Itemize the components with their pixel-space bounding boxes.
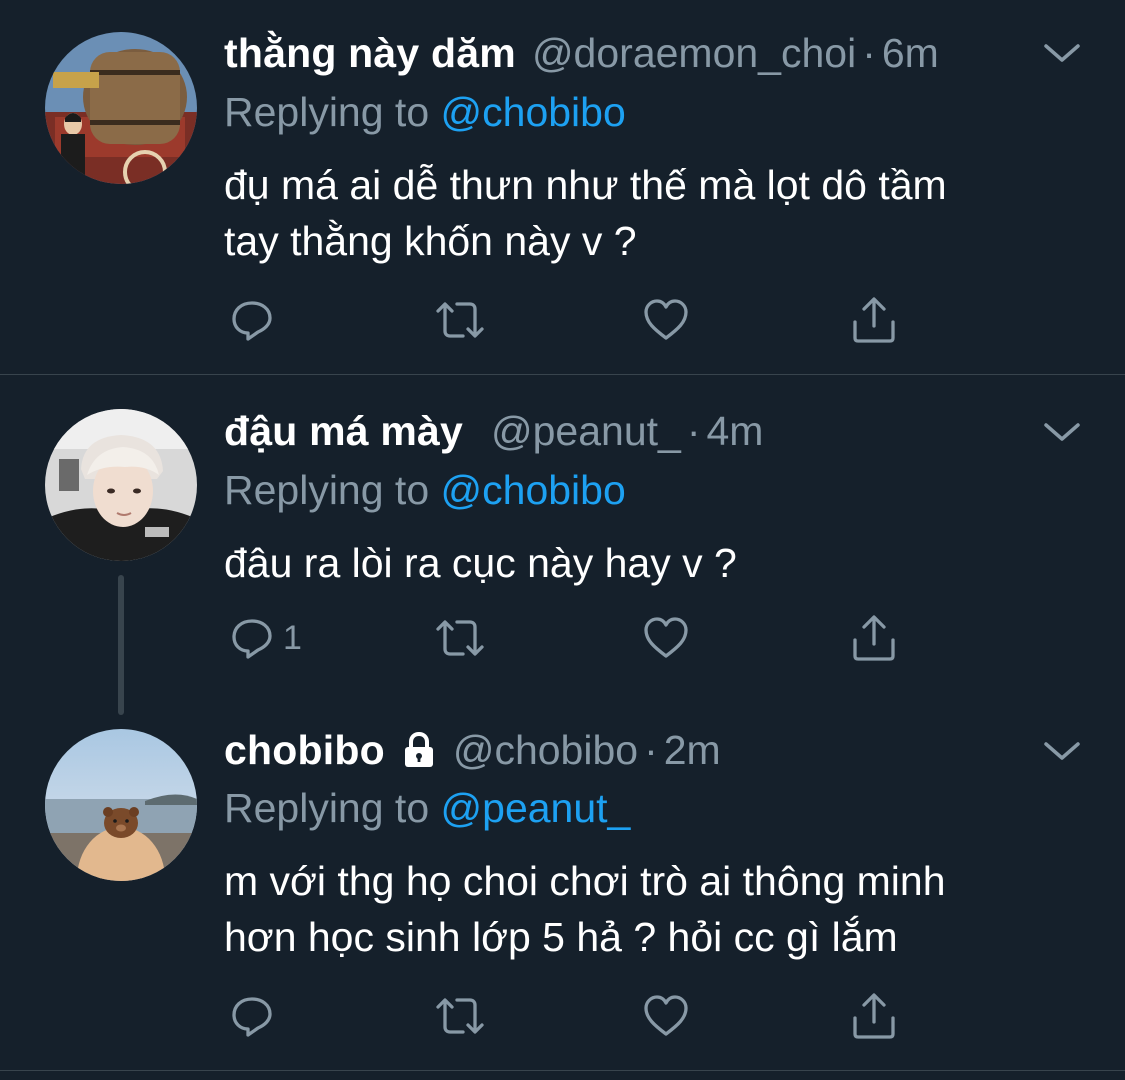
reply-icon (229, 297, 275, 343)
tweet-header: thằng này dăm @doraemon_choi · 6m (224, 28, 939, 78)
share-icon (850, 992, 898, 1040)
tweet-3[interactable]: chobibo @chobibo · 2m Replying to @peanu… (0, 705, 1125, 1070)
display-name[interactable]: chobibo (224, 725, 385, 775)
tweet-text: đụ má ai dễ thưn như thế mà lọt dô tầm t… (224, 157, 1084, 269)
lock-icon (399, 730, 439, 770)
tweet-text: m với thg họ choi chơi trò ai thông minh… (224, 853, 1084, 965)
timestamp[interactable]: 4m (706, 406, 763, 456)
action-bar (0, 295, 1125, 345)
tweet-text-line: hơn học sinh lớp 5 hả ? hỏi cc gì lắm (224, 914, 898, 960)
like-icon (642, 615, 690, 661)
like-button[interactable] (642, 991, 690, 1041)
separator-dot: · (644, 727, 658, 773)
mention-link[interactable]: @chobibo (441, 467, 626, 513)
avatar-peanut[interactable] (45, 409, 197, 561)
like-button[interactable] (642, 295, 690, 345)
tweet-text-line: đụ má ai dễ thưn như thế mà lọt dô tầm (224, 162, 947, 208)
replying-to: Replying to @chobibo (224, 465, 626, 515)
tweet-text-line: đâu ra lòi ra cục này hay v ? (224, 540, 737, 586)
replying-to: Replying to @peanut_ (224, 783, 630, 833)
retweet-icon (433, 615, 487, 661)
reply-icon (229, 615, 275, 661)
handle[interactable]: @doraemon_choi (532, 28, 856, 78)
replying-to: Replying to @chobibo (224, 87, 626, 137)
action-bar: 1 (0, 613, 1125, 663)
mention-link[interactable]: @peanut_ (441, 785, 631, 831)
like-button[interactable] (642, 613, 690, 663)
display-name[interactable]: đậu má mày (224, 406, 463, 456)
tweet-text-line: m với thg họ choi chơi trò ai thông minh (224, 858, 946, 904)
separator-dot: · (686, 408, 701, 454)
replying-prefix: Replying to (224, 785, 430, 831)
tweet-divider (0, 1070, 1125, 1071)
avatar-chobibo[interactable] (45, 729, 197, 881)
avatar-doraemon-choi[interactable] (45, 32, 197, 184)
tweet-text: đâu ra lòi ra cục này hay v ? (224, 535, 1084, 591)
tweet-header: đậu má mày @peanut_ · 4m (224, 406, 763, 456)
handle[interactable]: @chobibo (453, 725, 638, 775)
reply-button[interactable]: 1 (229, 613, 302, 663)
chevron-down-icon[interactable] (1042, 736, 1082, 766)
retweet-button[interactable] (433, 295, 487, 345)
timeline: thằng này dăm @doraemon_choi · 6m Replyi… (0, 0, 1125, 1080)
share-button[interactable] (850, 991, 898, 1041)
display-name[interactable]: thằng này dăm (224, 28, 516, 78)
separator-dot: · (862, 30, 876, 76)
replying-prefix: Replying to (224, 89, 430, 135)
tweet-text-line: tay thằng khốn này v ? (224, 218, 637, 264)
action-bar (0, 991, 1125, 1041)
chevron-down-icon[interactable] (1042, 417, 1082, 447)
chevron-down-icon[interactable] (1042, 38, 1082, 68)
like-icon (642, 993, 690, 1039)
share-button[interactable] (850, 295, 898, 345)
mention-link[interactable]: @chobibo (441, 89, 626, 135)
reply-button[interactable] (229, 295, 283, 345)
timestamp[interactable]: 6m (882, 28, 939, 78)
timestamp[interactable]: 2m (664, 725, 721, 775)
retweet-icon (433, 993, 487, 1039)
tweet-1[interactable]: thằng này dăm @doraemon_choi · 6m Replyi… (0, 0, 1125, 374)
tweet-2[interactable]: đậu má mày @peanut_ · 4m Replying to @ch… (0, 375, 1125, 715)
handle[interactable]: @peanut_ (491, 406, 681, 456)
retweet-button[interactable] (433, 991, 487, 1041)
retweet-icon (433, 297, 487, 343)
reply-button[interactable] (229, 991, 283, 1041)
share-icon (850, 614, 898, 662)
share-icon (850, 296, 898, 344)
reply-count: 1 (283, 618, 302, 657)
reply-icon (229, 993, 275, 1039)
like-icon (642, 297, 690, 343)
replying-prefix: Replying to (224, 467, 430, 513)
retweet-button[interactable] (433, 613, 487, 663)
tweet-header: chobibo @chobibo · 2m (224, 725, 721, 775)
share-button[interactable] (850, 613, 898, 663)
